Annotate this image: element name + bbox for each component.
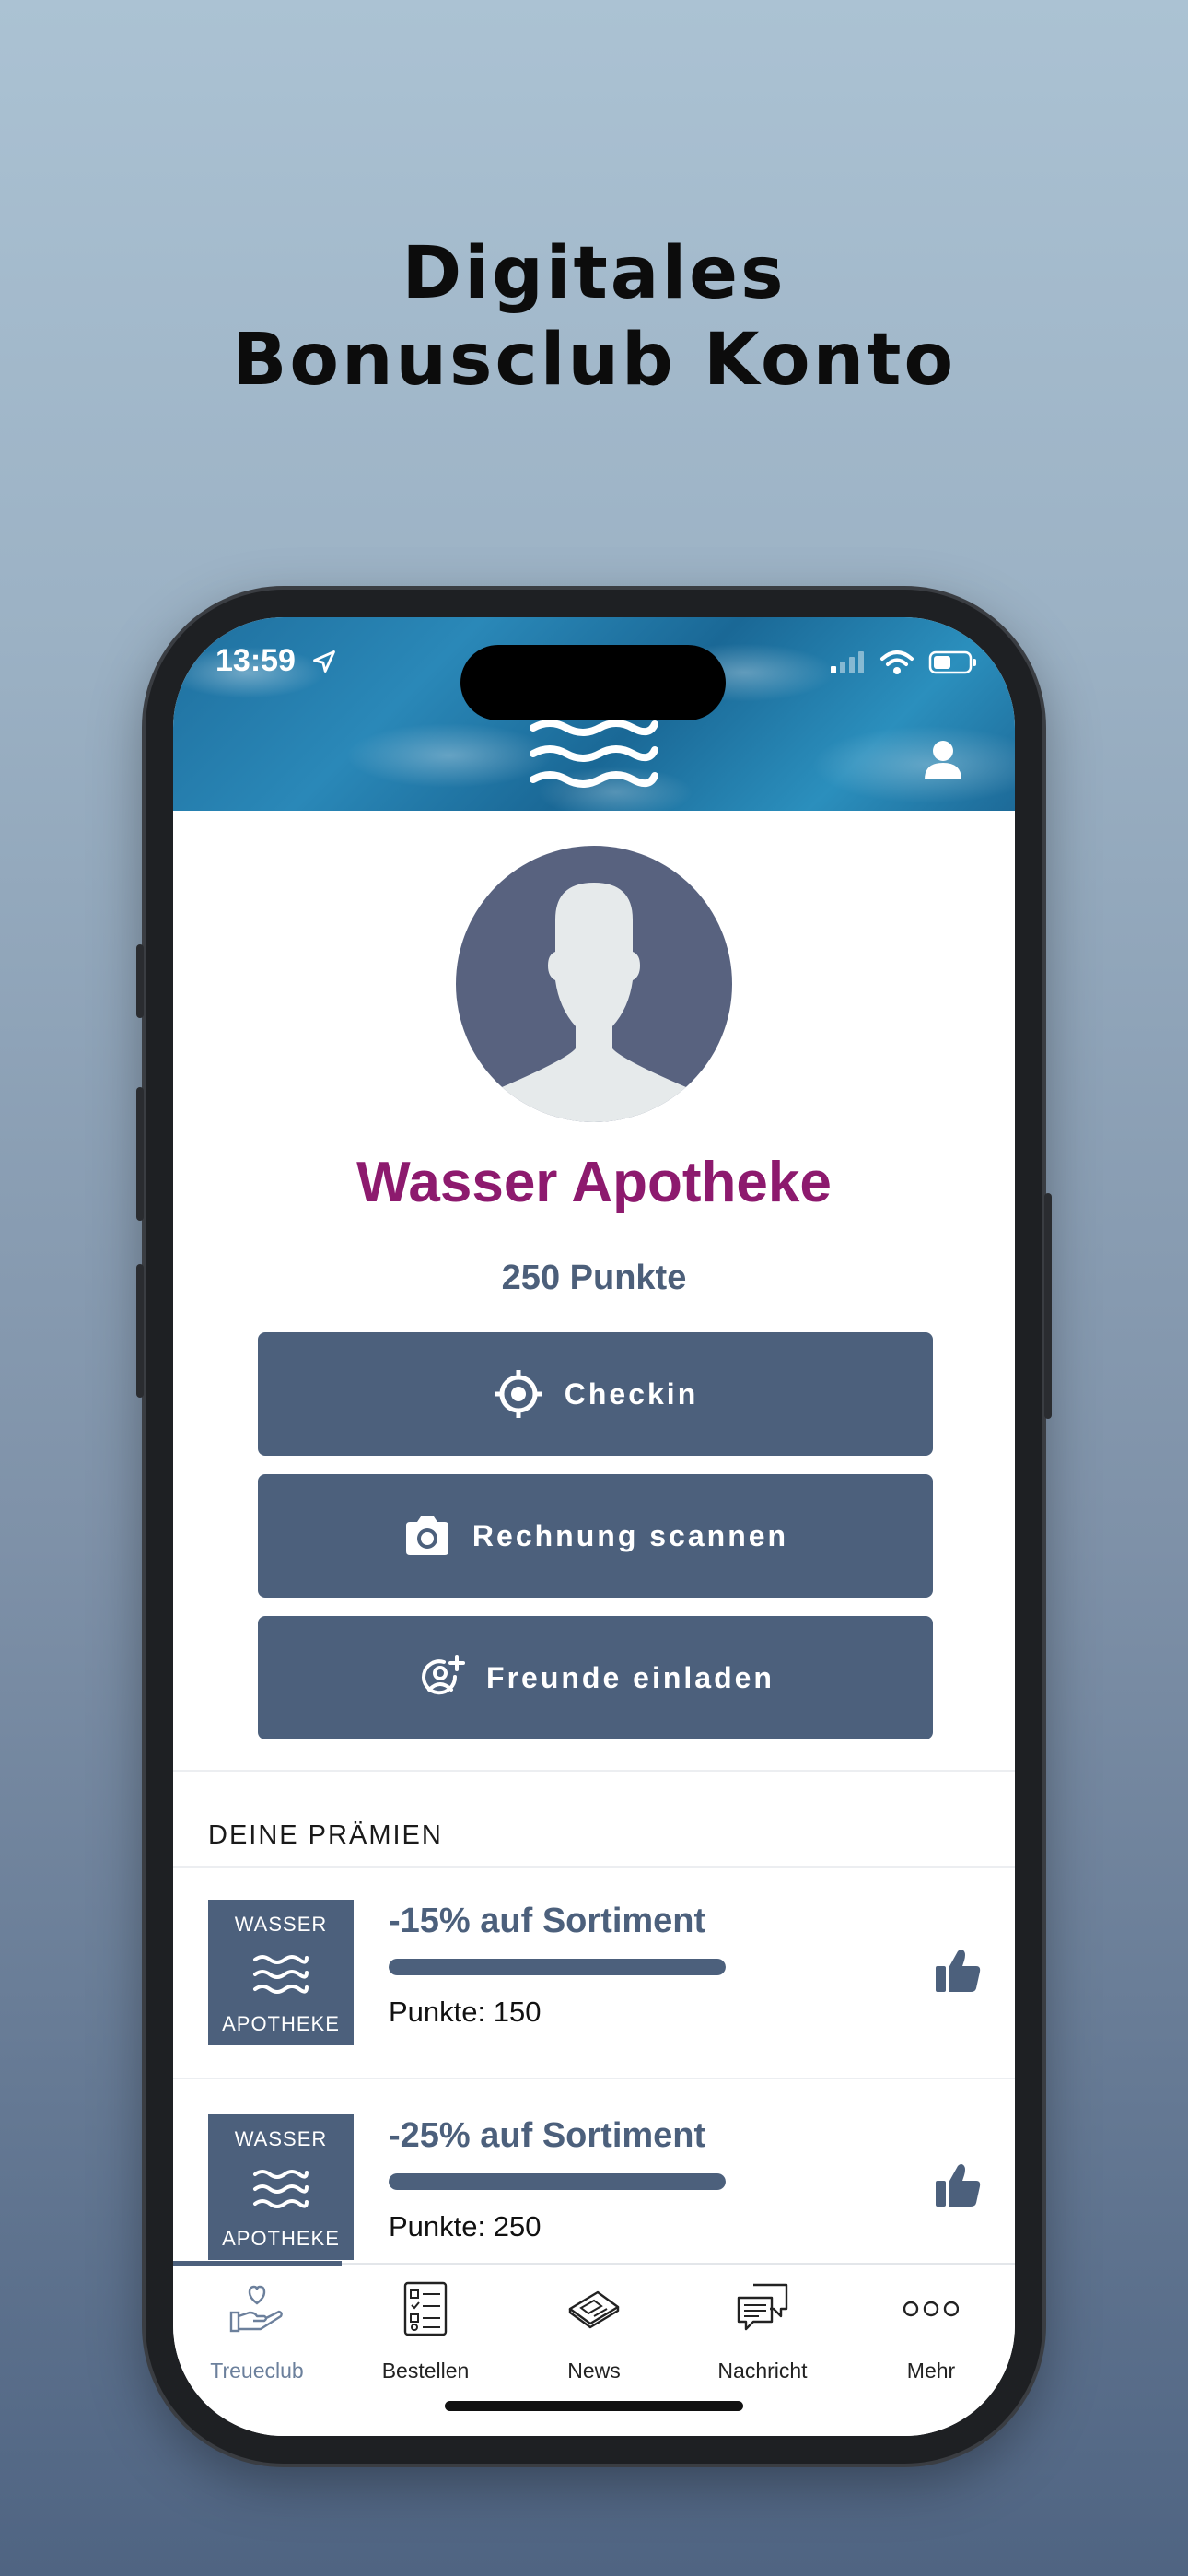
status-indicators (829, 649, 978, 676)
phone-frame: 13:59 Wasser Apotheke 250 Punkte Checkin… (136, 590, 1052, 2464)
reward-title: -25% auf Sortiment (389, 2116, 706, 2155)
reward-progress-bar (389, 1959, 726, 1975)
avatar[interactable] (456, 846, 732, 1122)
reward-item[interactable]: WASSER APOTHEKE -15% auf Sortiment Punkt… (173, 1867, 1015, 2078)
reward-progress-fill (389, 1959, 726, 1975)
volume-down-button (136, 1264, 144, 1398)
reward-points: Punkte: 150 (389, 1996, 542, 2028)
checkin-label: Checkin (564, 1376, 699, 1411)
wasser-logo-icon (530, 720, 658, 788)
location-arrow-icon (313, 650, 335, 673)
tab-nachricht[interactable]: Nachricht (679, 2265, 846, 2384)
status-time: 13:59 (215, 643, 296, 678)
waves-icon (253, 2170, 309, 2208)
app-screen: 13:59 Wasser Apotheke 250 Punkte Checkin… (173, 617, 1015, 2436)
scan-receipt-button[interactable]: Rechnung scannen (258, 1474, 933, 1598)
reward-progress-bar (389, 2173, 726, 2190)
tab-label: Nachricht (717, 2359, 808, 2383)
action-button (136, 944, 144, 1018)
profile-icon[interactable] (923, 739, 963, 781)
thumbs-up-icon[interactable] (934, 2162, 982, 2208)
home-indicator (445, 2401, 743, 2411)
tab-label: Treueclub (210, 2359, 304, 2383)
reward-logo: WASSER APOTHEKE (208, 2114, 354, 2260)
thumbs-up-icon[interactable] (934, 1948, 982, 1994)
rewards-section-title: DEINE PRÄMIEN (208, 1821, 443, 1850)
points-balance: 250 Punkte (501, 1259, 687, 1297)
tab-label: Mehr (906, 2359, 956, 2383)
add-user-icon (422, 1655, 466, 1695)
camera-icon (405, 1516, 448, 1555)
chat-bubbles-icon (737, 2283, 788, 2331)
newspaper-icon (568, 2290, 620, 2329)
tab-treueclub[interactable]: Treueclub (173, 2265, 341, 2384)
tab-label: Bestellen (381, 2359, 470, 2383)
reward-points: Punkte: 250 (389, 2210, 542, 2242)
headline: Digitales Bonusclub Konto (0, 230, 1188, 404)
reward-logo-top: WASSER (234, 1913, 328, 1936)
waves-icon (253, 1955, 309, 1994)
headline-line-1: Digitales (402, 232, 786, 315)
signal-icon (831, 651, 864, 673)
scan-receipt-label: Rechnung scannen (472, 1518, 789, 1552)
header-banner: 13:59 (173, 617, 1015, 811)
invite-friends-button[interactable]: Freunde einladen (258, 1616, 933, 1739)
tab-news[interactable]: News (510, 2265, 678, 2384)
headline-line-2: Bonusclub Konto (231, 319, 957, 402)
tab-label: News (567, 2359, 621, 2383)
avatar-silhouette-icon (502, 883, 686, 1122)
checklist-icon (403, 2281, 448, 2336)
tab-mehr[interactable]: Mehr (847, 2265, 1015, 2384)
wifi-icon (880, 650, 914, 674)
reward-logo-top: WASSER (234, 2127, 328, 2150)
reward-title: -15% auf Sortiment (389, 1902, 706, 1940)
pharmacy-name: Wasser Apotheke (356, 1151, 832, 1214)
reward-logo-bottom: APOTHEKE (222, 2227, 340, 2250)
tab-bestellen[interactable]: Bestellen (342, 2265, 509, 2384)
dynamic-island (460, 645, 726, 720)
battery-icon (928, 650, 976, 674)
reward-logo-bottom: APOTHEKE (222, 2012, 340, 2035)
reward-logo: WASSER APOTHEKE (208, 1900, 354, 2045)
reward-progress-fill (389, 2173, 726, 2190)
power-button (1044, 1193, 1052, 1419)
crosshair-icon (494, 1370, 542, 1418)
volume-up-button (136, 1087, 144, 1221)
hand-heart-icon (229, 2285, 283, 2333)
invite-friends-label: Freunde einladen (486, 1660, 775, 1694)
row-divider (173, 2078, 1015, 2079)
more-dots-icon (903, 2301, 959, 2317)
checkin-button[interactable]: Checkin (258, 1332, 933, 1456)
section-divider (173, 1770, 1015, 1772)
